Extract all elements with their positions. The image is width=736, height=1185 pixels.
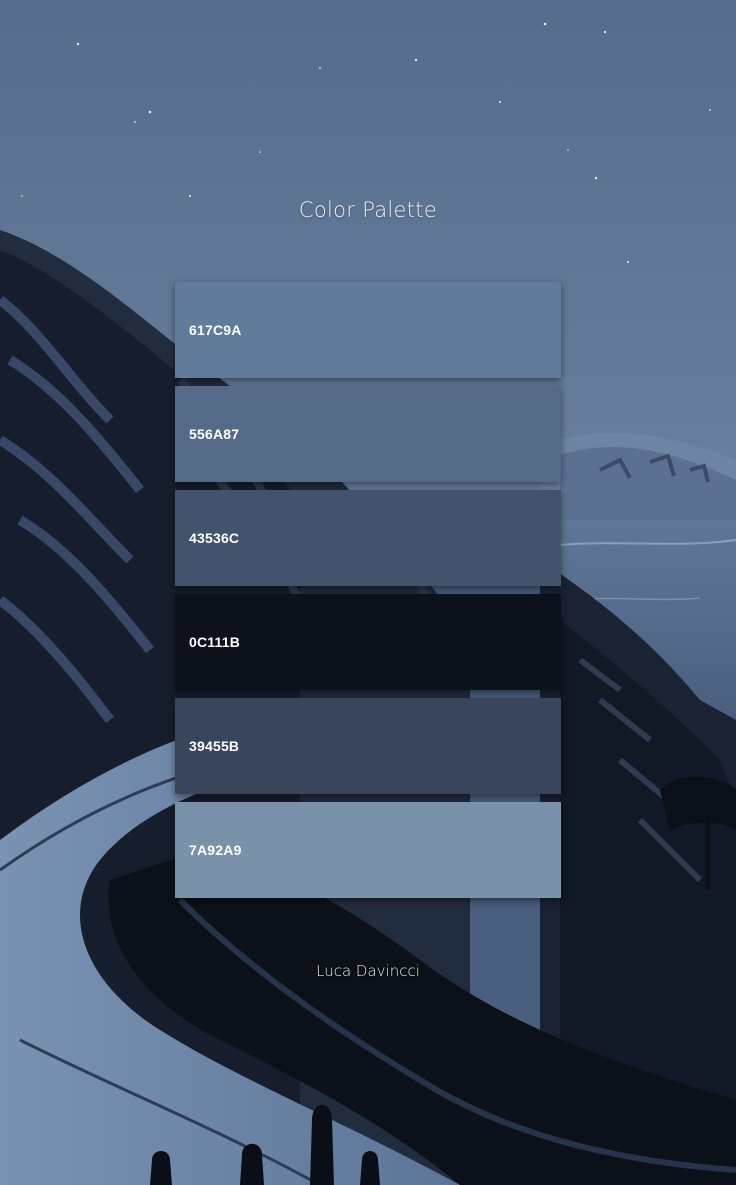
swatch-2[interactable]: 556A87 [175,386,561,482]
swatch-6[interactable]: 7A92A9 [175,802,561,898]
color-palette: 617C9A 556A87 43536C 0C111B 39455B 7A92A… [175,282,561,906]
swatch-hex-label: 0C111B [189,634,241,650]
swatch-hex-label: 39455B [189,738,240,754]
swatch-4[interactable]: 0C111B [175,594,561,690]
swatch-3[interactable]: 43536C [175,490,561,586]
author-credit: Luca Davincci [316,962,420,980]
swatch-hex-label: 7A92A9 [189,842,242,858]
swatch-1[interactable]: 617C9A [175,282,561,378]
swatch-hex-label: 617C9A [189,322,242,338]
page-title: Color Palette [298,198,438,222]
swatch-5[interactable]: 39455B [175,698,561,794]
swatch-hex-label: 43536C [189,530,240,546]
swatch-hex-label: 556A87 [189,426,240,442]
